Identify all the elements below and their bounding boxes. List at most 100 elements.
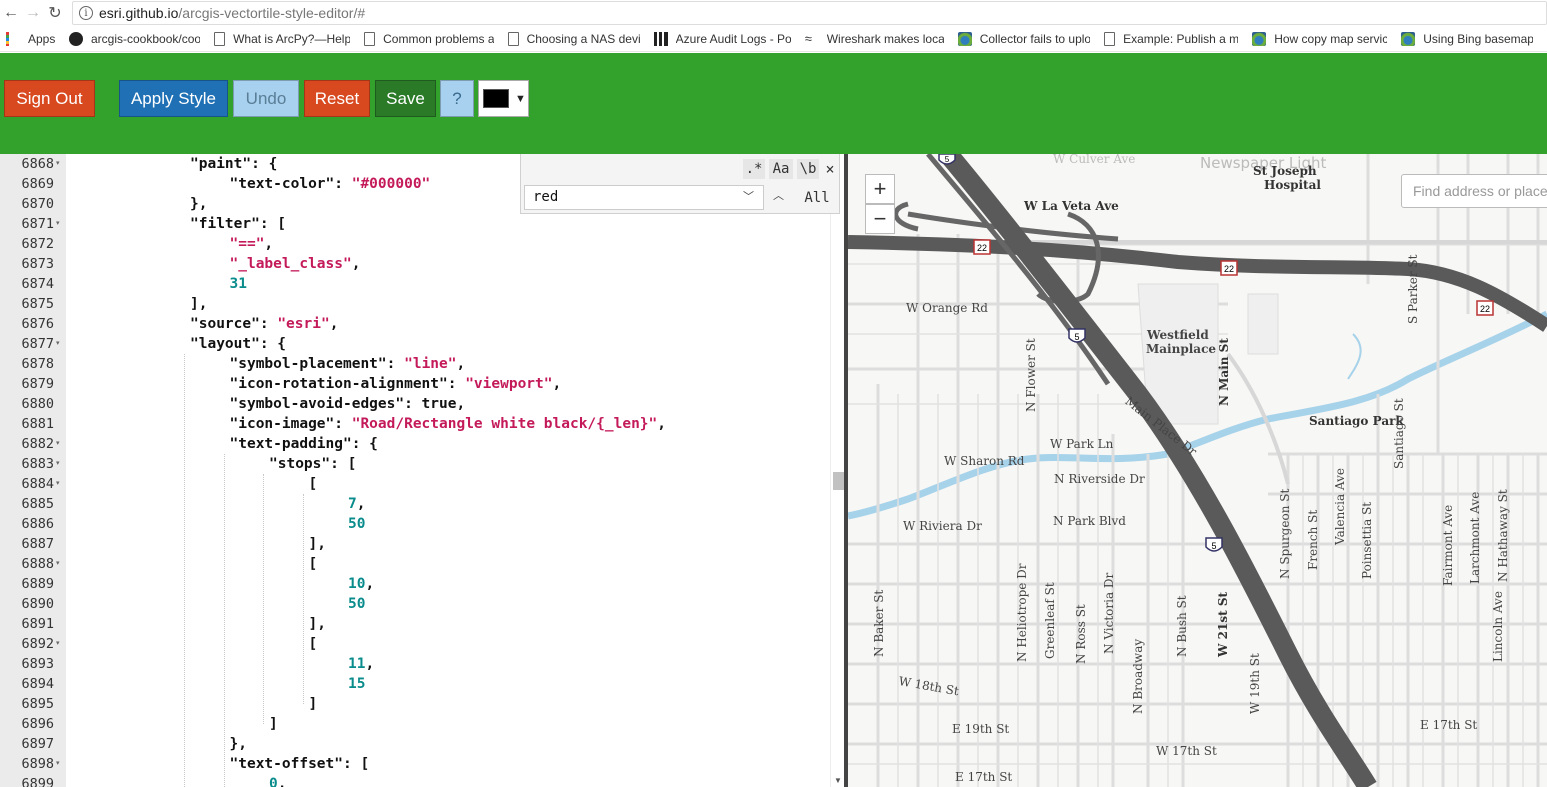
code-line[interactable]: },: [230, 734, 247, 754]
map-view[interactable]: 22 22 22 5 5 5 W Culver Ave Newspaper Lig…: [848, 154, 1547, 787]
color-swatch: [483, 89, 509, 108]
bookmark-label: Wireshark makes loca: [826, 31, 944, 46]
code-area[interactable]: "paint": {"text-color": "#000000"}, "filt…: [70, 154, 830, 787]
code-line[interactable]: 7,: [348, 494, 365, 514]
code-line[interactable]: 15: [348, 674, 365, 694]
line-number: 6875: [21, 296, 54, 312]
address-bar[interactable]: i esri.github.io/arcgis-vectortile-style…: [72, 1, 1547, 25]
code-line[interactable]: ],: [309, 614, 326, 634]
code-line[interactable]: "icon-image": "Road/Rectangle white blac…: [230, 414, 667, 434]
help-button[interactable]: ?: [440, 80, 474, 117]
whole-word-toggle[interactable]: \b: [797, 159, 819, 179]
fold-toggle-icon[interactable]: ▾: [56, 634, 66, 654]
code-line[interactable]: "stops": [: [269, 454, 356, 474]
fold-toggle-icon[interactable]: ▾: [56, 334, 66, 354]
editor-scrollbar[interactable]: ▼: [830, 154, 845, 787]
bookmark-item[interactable]: Using Bing basemap: [1401, 31, 1533, 46]
bookmark-item[interactable]: Choosing a NAS devi: [507, 31, 640, 46]
fold-toggle-icon[interactable]: ▾: [56, 154, 66, 174]
code-line[interactable]: "source": "esri",: [190, 314, 338, 334]
zoom-in-button[interactable]: +: [865, 174, 895, 204]
reset-button[interactable]: Reset: [304, 80, 370, 117]
chevron-up-icon[interactable]: ︿: [773, 187, 784, 203]
map-label: Fairmont Ave: [1441, 504, 1455, 586]
code-line[interactable]: "text-offset": [: [230, 754, 370, 774]
bookmark-item[interactable]: Azure Audit Logs - Po: [653, 31, 791, 46]
code-line[interactable]: 50: [348, 594, 365, 614]
apply-style-button[interactable]: Apply Style: [119, 80, 228, 117]
svg-text:22: 22: [1480, 304, 1490, 314]
bookmark-item[interactable]: What is ArcPy?—Help: [214, 31, 350, 46]
github-icon: [69, 31, 83, 46]
code-line[interactable]: [: [309, 634, 318, 654]
undo-button[interactable]: Undo: [233, 80, 299, 117]
scroll-down-arrow-icon[interactable]: ▼: [834, 776, 842, 785]
line-number: 6894: [21, 676, 54, 692]
code-line[interactable]: "text-color": "#000000": [230, 174, 431, 194]
bookmark-item[interactable]: Common problems a: [364, 31, 494, 46]
bookmark-item[interactable]: How copy map servic: [1252, 31, 1387, 46]
fold-toggle-icon[interactable]: ▾: [56, 754, 66, 774]
regex-toggle[interactable]: .*: [743, 159, 765, 179]
fold-toggle-icon[interactable]: ▾: [56, 454, 66, 474]
indent-guide: [184, 354, 185, 787]
code-line[interactable]: 31: [230, 274, 247, 294]
forward-arrow-icon[interactable]: →: [22, 2, 44, 24]
json-editor[interactable]: 6868 ▾ 6869 6870 6871 ▾ 6872 6873 6874 6875 6876 68…: [0, 154, 845, 787]
reload-icon[interactable]: ↻: [44, 2, 66, 24]
search-input[interactable]: red: [524, 185, 764, 210]
code-line[interactable]: 11,: [348, 654, 374, 674]
bookmark-item[interactable]: arcgis-cookbook/coo: [69, 31, 200, 46]
url-host: esri.github.io: [99, 5, 179, 21]
code-line[interactable]: 10,: [348, 574, 374, 594]
code-line[interactable]: "icon-rotation-alignment": "viewport",: [230, 374, 562, 394]
code-line[interactable]: },: [190, 194, 207, 214]
code-line[interactable]: ]: [269, 714, 278, 734]
bookmark-item[interactable]: ≈ Wireshark makes loca: [805, 32, 944, 46]
color-picker[interactable]: ▼: [478, 80, 529, 117]
map-label: Poinsettia St: [1360, 501, 1374, 579]
code-line[interactable]: "_label_class",: [230, 254, 361, 274]
bookmark-item[interactable]: Collector fails to uplo: [957, 31, 1090, 46]
case-sensitive-toggle[interactable]: Aa: [769, 159, 793, 179]
fold-toggle-icon[interactable]: ▾: [56, 554, 66, 574]
fold-toggle-icon[interactable]: ▾: [56, 434, 66, 454]
map-search-input[interactable]: Find address or place: [1401, 174, 1547, 208]
scrollbar-thumb[interactable]: [833, 472, 844, 490]
chevron-down-icon[interactable]: ﹀: [743, 188, 754, 204]
indent-guide: [223, 454, 225, 787]
code-line[interactable]: "symbol-avoid-edges": true,: [230, 394, 466, 414]
bookmark-item[interactable]: Apps: [6, 31, 55, 46]
line-number: 6885: [21, 496, 54, 512]
code-line[interactable]: "text-padding": {: [230, 434, 378, 454]
line-gutter: 6868 ▾ 6869 6870 6871 ▾ 6872 6873 6874 6875 6876 68…: [0, 154, 66, 787]
save-button[interactable]: Save: [375, 80, 436, 117]
bookmark-item[interactable]: Example: Publish a m: [1104, 31, 1238, 46]
fold-toggle-icon[interactable]: ▾: [56, 474, 66, 494]
line-number: 6891: [21, 616, 54, 632]
code-line[interactable]: 50: [348, 514, 365, 534]
code-line[interactable]: "layout": {: [190, 334, 286, 354]
code-line[interactable]: ],: [190, 294, 207, 314]
map-label: Santiago Park: [1309, 414, 1404, 428]
zoom-out-button[interactable]: −: [865, 204, 895, 234]
code-line[interactable]: ],: [309, 534, 326, 554]
fold-toggle-icon[interactable]: ▾: [56, 214, 66, 234]
code-line[interactable]: [: [309, 474, 318, 494]
map-label: N Hathaway St: [1496, 489, 1510, 582]
find-all-button[interactable]: All: [797, 185, 837, 210]
back-arrow-icon[interactable]: ←: [0, 2, 22, 24]
code-line[interactable]: "filter": [: [190, 214, 286, 234]
close-icon[interactable]: ×: [821, 159, 839, 179]
sign-out-button[interactable]: Sign Out: [4, 80, 95, 117]
code-line[interactable]: 0,: [269, 774, 286, 787]
map-label: St Joseph: [1253, 164, 1317, 178]
code-line[interactable]: "symbol-placement": "line",: [230, 354, 466, 374]
code-line[interactable]: [: [309, 554, 318, 574]
code-line[interactable]: ]: [309, 694, 318, 714]
code-line[interactable]: "paint": {: [190, 154, 277, 174]
code-line[interactable]: "==",: [230, 234, 274, 254]
info-icon[interactable]: i: [79, 6, 93, 20]
map-label: W Riviera Dr: [903, 519, 982, 533]
map-label: Mainplace: [1146, 342, 1217, 356]
